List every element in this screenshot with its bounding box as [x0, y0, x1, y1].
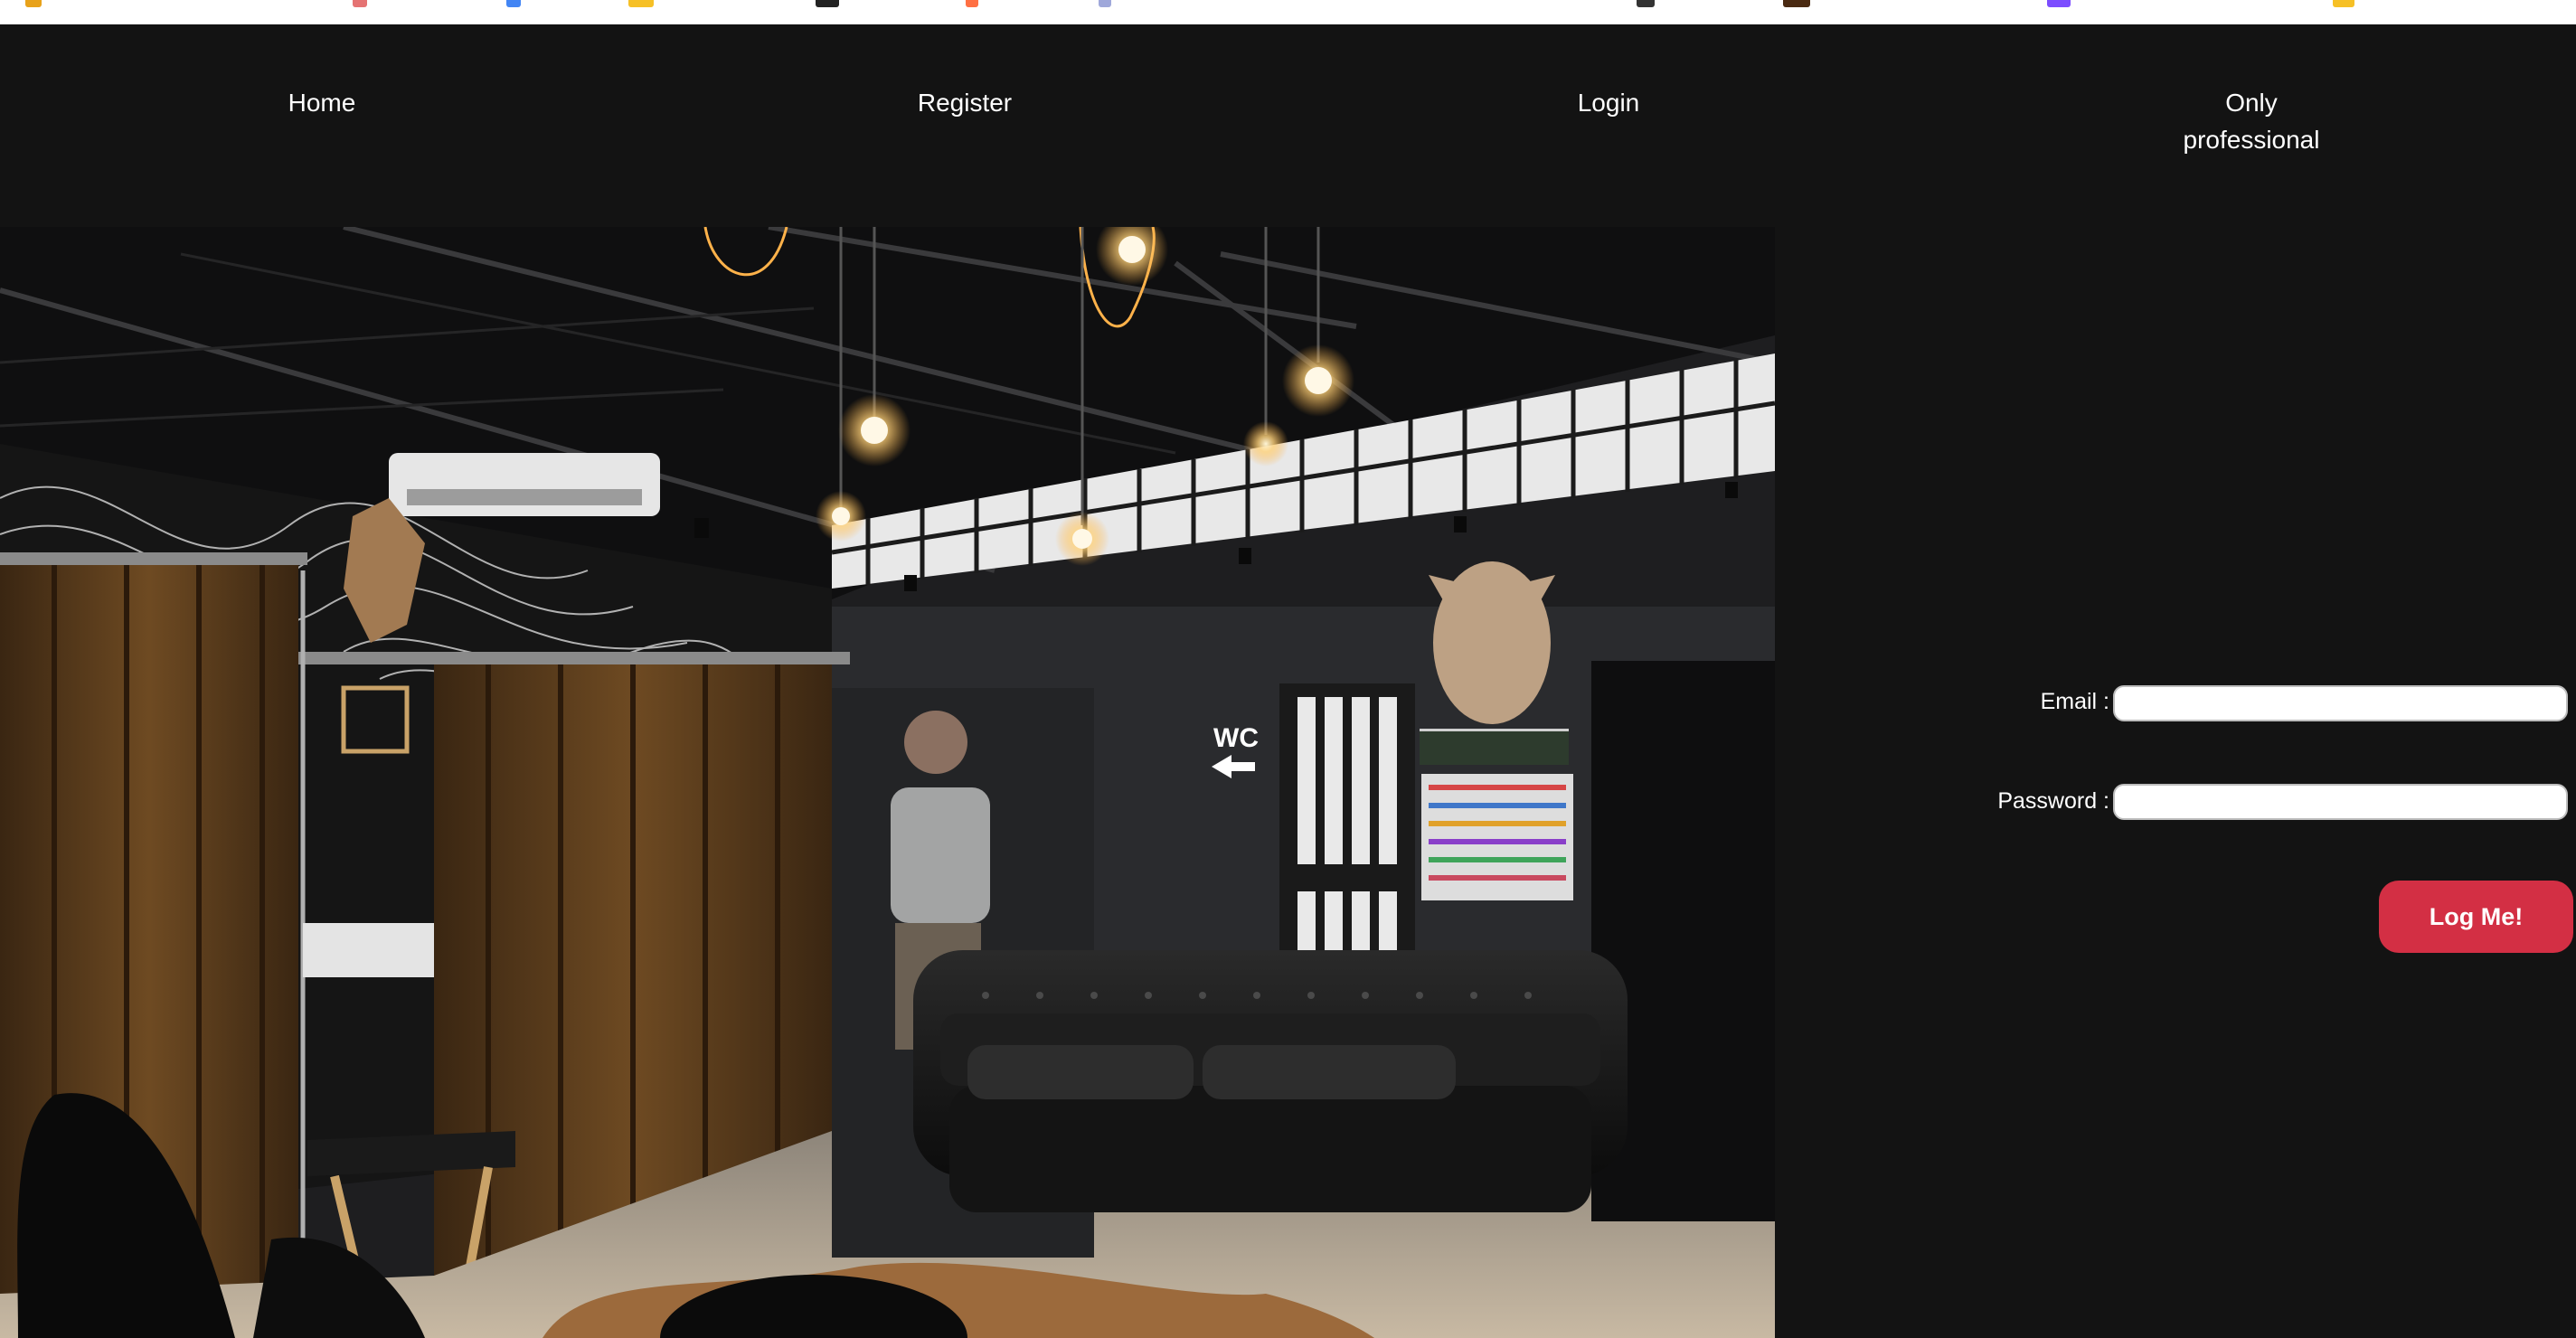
email-label: Email : — [2040, 689, 2109, 714]
nav-item-only-professional-label-line1: Only — [2225, 89, 2278, 117]
nav-item-home-label: Home — [288, 89, 356, 117]
hero-image: WC — [0, 227, 1775, 1338]
tattoo-studio-photo: WC — [0, 227, 1775, 1338]
log-me-button[interactable]: Log Me! — [2379, 881, 2573, 953]
bookmark-favicon[interactable] — [2047, 0, 2071, 7]
bookmark-favicon[interactable] — [1099, 0, 1111, 7]
bookmark-favicon[interactable] — [1783, 0, 1810, 7]
email-field[interactable] — [2113, 685, 2568, 721]
wc-sign-text: WC — [1213, 723, 1259, 753]
password-label: Password : — [1997, 788, 2109, 814]
bookmark-favicon[interactable] — [506, 0, 521, 7]
nav-item-home[interactable]: Home — [186, 84, 458, 121]
bookmark-favicon[interactable] — [816, 0, 839, 7]
bookmark-favicon[interactable] — [1637, 0, 1655, 7]
nav-item-register[interactable]: Register — [829, 84, 1100, 121]
nav-item-only-professional[interactable]: Only professional — [2161, 84, 2342, 158]
bookmark-favicon[interactable] — [25, 0, 42, 7]
browser-bookmarks-bar — [0, 0, 2576, 25]
nav-item-login[interactable]: Login — [1473, 84, 1744, 121]
nav-item-only-professional-label-line2: professional — [2183, 126, 2320, 154]
bookmark-favicon[interactable] — [2333, 0, 2354, 7]
main-navigation: Home Register Login Only professional — [0, 24, 2576, 227]
bookmark-favicon[interactable] — [353, 0, 367, 7]
nav-item-register-label: Register — [917, 89, 1013, 117]
nav-item-login-label: Login — [1577, 89, 1640, 117]
bookmark-favicon[interactable] — [628, 0, 654, 7]
password-field[interactable] — [2113, 784, 2568, 820]
bookmark-favicon[interactable] — [966, 0, 978, 7]
